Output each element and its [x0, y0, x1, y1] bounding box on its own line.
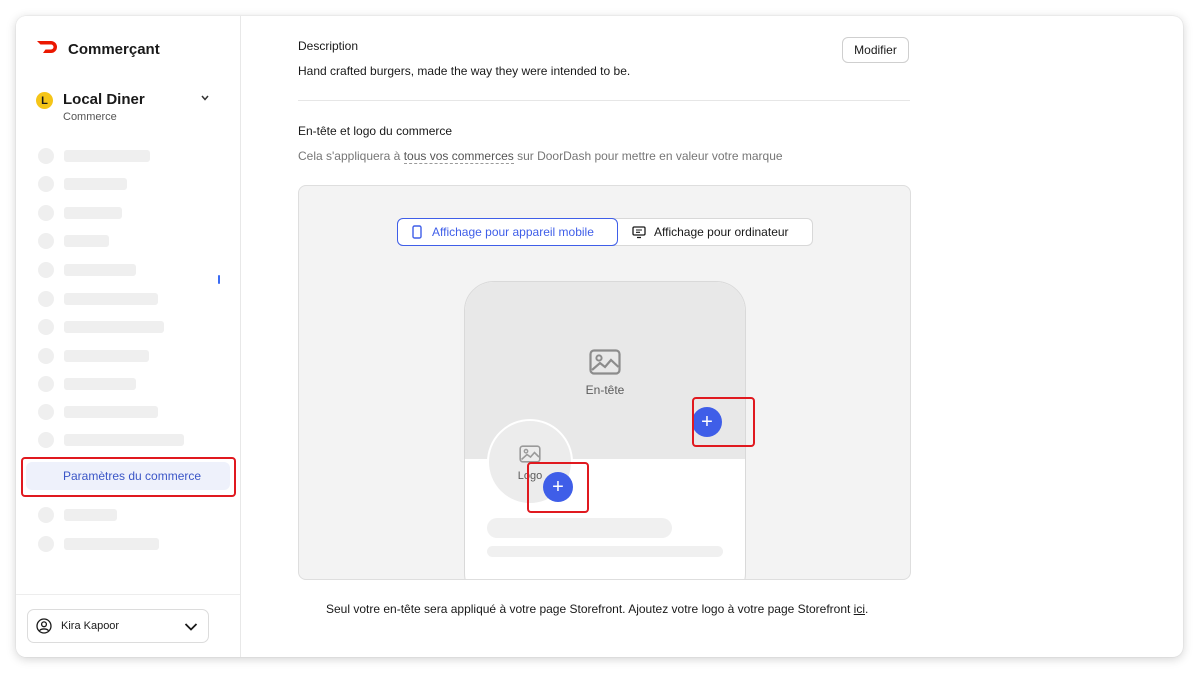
- tab-label: Affichage pour ordinateur: [654, 225, 789, 239]
- user-name: Kira Kapoor: [61, 620, 120, 632]
- add-logo-button[interactable]: +: [543, 472, 573, 502]
- header-logo-help: Cela s'appliquera à tous vos commerces s…: [298, 149, 783, 164]
- preview-panel: Affichage pour appareil mobile Affichage…: [298, 185, 911, 580]
- help-text: Cela s'appliquera à: [298, 149, 404, 163]
- scrollbar[interactable]: [218, 275, 220, 284]
- view-toggle: Affichage pour appareil mobile Affichage…: [397, 218, 813, 246]
- brand[interactable]: Commerçant: [36, 40, 160, 59]
- store-type: Commerce: [63, 111, 117, 123]
- phone-preview: En-tête + Logo +: [464, 281, 746, 579]
- phone-icon: [412, 225, 422, 239]
- tab-mobile-view[interactable]: Affichage pour appareil mobile: [397, 218, 618, 246]
- doordash-logo-icon: [36, 40, 60, 59]
- desktop-icon: [632, 225, 646, 239]
- sidebar-footer: Kira Kapoor: [16, 594, 240, 657]
- header-placeholder-label: En-tête: [585, 383, 625, 397]
- description-label: Description: [298, 39, 359, 53]
- tab-desktop-view[interactable]: Affichage pour ordinateur: [620, 219, 789, 245]
- text-placeholder: [487, 546, 723, 557]
- chevron-down-icon: [201, 93, 209, 104]
- brand-name: Commerçant: [68, 41, 160, 58]
- header-logo-label: En-tête et logo du commerce: [298, 124, 453, 138]
- tab-label: Affichage pour appareil mobile: [432, 225, 594, 239]
- sidebar: Commerçant L Local Diner Commerce Paramè…: [16, 16, 241, 657]
- app-window: Commerçant L Local Diner Commerce Paramè…: [16, 16, 1183, 657]
- text-placeholder: [487, 518, 672, 538]
- storefront-link[interactable]: ici: [854, 602, 865, 616]
- help-text: sur DoorDash pour mettre en valeur votre…: [513, 149, 783, 163]
- nav-item-store-settings[interactable]: Paramètres du commerce: [26, 462, 230, 490]
- main-content: Description Hand crafted burgers, made t…: [240, 16, 1183, 657]
- add-header-button[interactable]: +: [692, 407, 722, 437]
- store-name: Local Diner: [63, 91, 145, 108]
- store-avatar: L: [36, 92, 53, 109]
- storefront-note: Seul votre en-tête sera appliqué à votre…: [326, 602, 868, 616]
- image-icon: [519, 445, 541, 468]
- nav-item-label: Paramètres du commerce: [63, 469, 202, 483]
- note-text: .: [865, 602, 869, 616]
- all-stores-link[interactable]: tous vos commerces: [403, 149, 514, 164]
- user-icon: [36, 618, 52, 639]
- logo-placeholder: Logo +: [487, 419, 573, 505]
- description-text: Hand crafted burgers, made the way they …: [298, 64, 631, 78]
- image-icon: [589, 349, 621, 380]
- divider: [298, 100, 910, 101]
- edit-description-button[interactable]: Modifier: [842, 37, 909, 63]
- user-menu-button[interactable]: Kira Kapoor: [27, 609, 209, 643]
- note-text: Seul votre en-tête sera appliqué à votre…: [326, 602, 854, 616]
- chevron-down-icon: [184, 619, 198, 637]
